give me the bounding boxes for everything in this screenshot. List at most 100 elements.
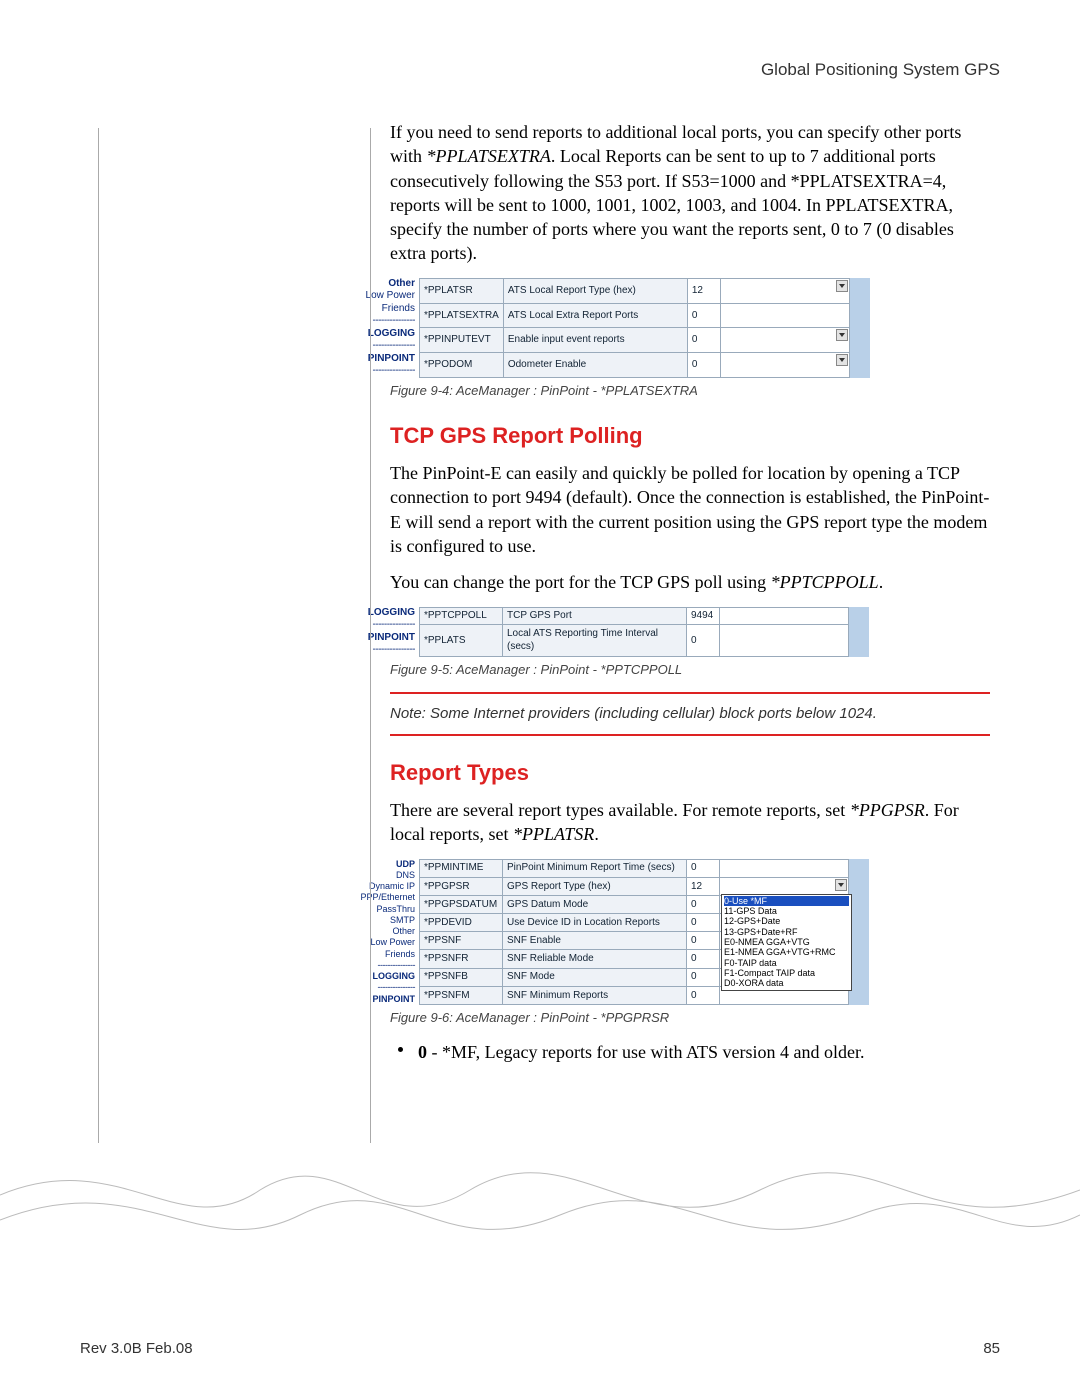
dropdown-option[interactable]: 11-GPS Data bbox=[724, 906, 849, 916]
chevron-down-icon[interactable] bbox=[836, 280, 848, 292]
param-input-cell[interactable] bbox=[720, 625, 849, 656]
sidebar-item: PINPOINT bbox=[345, 994, 415, 1005]
dropdown-option[interactable]: F0-TAIP data bbox=[724, 958, 849, 968]
spacer-cell bbox=[849, 625, 869, 656]
param-desc: SNF Mode bbox=[503, 968, 687, 986]
figure-9-5: LOGGING---------------PINPOINT----------… bbox=[345, 607, 990, 657]
dropdown-option[interactable]: F1-Compact TAIP data bbox=[724, 968, 849, 978]
param-input-cell[interactable] bbox=[720, 859, 849, 877]
note-divider-bottom bbox=[390, 734, 990, 736]
param-desc: TCP GPS Port bbox=[503, 607, 687, 625]
chevron-down-icon[interactable] bbox=[836, 329, 848, 341]
chevron-down-icon[interactable] bbox=[836, 354, 848, 366]
bullet-item-0: 0 - *MF, Legacy reports for use with ATS… bbox=[390, 1040, 990, 1064]
dropdown-option[interactable]: D0-XORA data bbox=[724, 978, 849, 988]
param-input-cell[interactable] bbox=[720, 607, 849, 625]
dropdown-option[interactable]: 12-GPS+Date bbox=[724, 916, 849, 926]
param-value: 0 bbox=[687, 986, 720, 1004]
sidebar-item: Low Power bbox=[345, 290, 415, 303]
param-value: 9494 bbox=[687, 607, 720, 625]
chevron-down-icon[interactable] bbox=[835, 879, 847, 891]
param-value: 0 bbox=[687, 625, 720, 656]
sidebar-item: UDP bbox=[345, 859, 415, 870]
param-key: *PPSNF bbox=[420, 932, 503, 950]
cmd-ppgpsr: *PPGPSR bbox=[850, 800, 925, 820]
param-input-cell[interactable] bbox=[720, 328, 849, 353]
param-desc: PinPoint Minimum Report Time (secs) bbox=[503, 859, 687, 877]
bullet-text: - *MF, Legacy reports for use with ATS v… bbox=[427, 1042, 864, 1062]
sidebar-item: PINPOINT bbox=[345, 353, 415, 366]
param-desc: Local ATS Reporting Time Interval (secs) bbox=[503, 625, 687, 656]
margin-line-inner bbox=[370, 128, 371, 1143]
dropdown-popup[interactable]: 0-Use *MF11-GPS Data12-GPS+Date13-GPS+Da… bbox=[721, 894, 852, 991]
param-input-cell[interactable] bbox=[720, 278, 849, 303]
sidebar-item: LOGGING bbox=[345, 607, 415, 620]
dropdown-option[interactable]: 13-GPS+Date+RF bbox=[724, 927, 849, 937]
tcp-poll-p1: The PinPoint-E can easily and quickly be… bbox=[390, 461, 990, 558]
sidebar-item: Other bbox=[345, 926, 415, 937]
param-desc: GPS Report Type (hex) bbox=[503, 877, 687, 895]
cmd-pplatsextra: *PPLATSEXTRA bbox=[427, 146, 551, 166]
cmd-pplatsr: *PPLATSR bbox=[513, 824, 594, 844]
figure-9-4-caption: Figure 9-4: AceManager : PinPoint - *PPL… bbox=[390, 382, 990, 400]
decorative-waves bbox=[0, 1135, 1080, 1255]
sidebar-item: --------------- bbox=[345, 644, 415, 657]
spacer-cell bbox=[849, 859, 869, 877]
param-input-cell[interactable] bbox=[720, 353, 849, 378]
dropdown-option[interactable]: E0-NMEA GGA+VTG bbox=[724, 937, 849, 947]
spacer-cell bbox=[849, 328, 869, 353]
param-value: 0 bbox=[687, 950, 720, 968]
param-key: *PPLATSEXTRA bbox=[420, 303, 504, 328]
spacer-cell bbox=[849, 278, 869, 303]
report-types-p1: There are several report types available… bbox=[390, 798, 990, 847]
figure-9-5-caption: Figure 9-5: AceManager : PinPoint - *PPT… bbox=[390, 661, 990, 679]
tcp-poll-p2-b: . bbox=[879, 572, 884, 592]
intro-paragraph: If you need to send reports to additiona… bbox=[390, 120, 990, 266]
param-key: *PPGPSDATUM bbox=[420, 895, 503, 913]
sidebar-item: PINPOINT bbox=[345, 632, 415, 645]
table-row: *PPODOMOdometer Enable0 bbox=[420, 353, 870, 378]
param-key: *PPSNFR bbox=[420, 950, 503, 968]
dropdown-option[interactable]: 0-Use *MF bbox=[724, 896, 849, 906]
param-key: *PPINPUTEVT bbox=[420, 328, 504, 353]
bullet-bold: 0 bbox=[418, 1042, 427, 1062]
param-value: 0 bbox=[687, 859, 720, 877]
param-key: *PPLATS bbox=[420, 625, 503, 656]
param-value: 0 bbox=[687, 932, 720, 950]
sidebar-item: --------------- bbox=[345, 619, 415, 632]
sidebar-item: --------------- bbox=[345, 340, 415, 353]
heading-tcp-gps-report-polling: TCP GPS Report Polling bbox=[390, 421, 990, 451]
table-row: *PPLATSRATS Local Report Type (hex)12 bbox=[420, 278, 870, 303]
param-value: 0 bbox=[687, 895, 720, 913]
param-desc: GPS Datum Mode bbox=[503, 895, 687, 913]
cmd-pptcppoll: *PPTCPPOLL bbox=[771, 572, 879, 592]
table-row: *PPTCPPOLLTCP GPS Port9494 bbox=[420, 607, 869, 625]
tcp-poll-p2: You can change the port for the TCP GPS … bbox=[390, 570, 990, 594]
sidebar-item: --------------- bbox=[345, 365, 415, 378]
sidebar-item: PassThru bbox=[345, 904, 415, 915]
figure-9-6: UDPDNSDynamic IPPPP/EthernetPassThruSMTP… bbox=[345, 859, 990, 1005]
param-key: *PPODOM bbox=[420, 353, 504, 378]
table-row: *PPLATSLocal ATS Reporting Time Interval… bbox=[420, 625, 869, 656]
param-value: 0 bbox=[687, 328, 720, 353]
footer-rev: Rev 3.0B Feb.08 bbox=[80, 1340, 193, 1357]
figure-9-4: OtherLow PowerFriends---------------LOGG… bbox=[345, 278, 990, 378]
sidebar-item: Friends bbox=[345, 949, 415, 960]
param-value: 0 bbox=[687, 303, 720, 328]
param-key: *PPMINTIME bbox=[420, 859, 503, 877]
param-desc: Odometer Enable bbox=[503, 353, 687, 378]
sidebar-item: LOGGING bbox=[345, 971, 415, 982]
param-desc: SNF Minimum Reports bbox=[503, 986, 687, 1004]
param-key: *PPDEVID bbox=[420, 914, 503, 932]
sidebar-item: LOGGING bbox=[345, 328, 415, 341]
dropdown-option[interactable]: E1-NMEA GGA+VTG+RMC bbox=[724, 947, 849, 957]
param-input-cell[interactable] bbox=[720, 303, 849, 328]
param-key: *PPSNFM bbox=[420, 986, 503, 1004]
param-desc: Enable input event reports bbox=[503, 328, 687, 353]
param-value: 0 bbox=[687, 914, 720, 932]
bullet-dot-icon bbox=[398, 1047, 403, 1052]
param-input-cell[interactable]: 0-Use *MF11-GPS Data12-GPS+Date13-GPS+Da… bbox=[720, 877, 849, 895]
param-value: 0 bbox=[687, 353, 720, 378]
param-key: *PPGPSR bbox=[420, 877, 503, 895]
param-desc: SNF Enable bbox=[503, 932, 687, 950]
